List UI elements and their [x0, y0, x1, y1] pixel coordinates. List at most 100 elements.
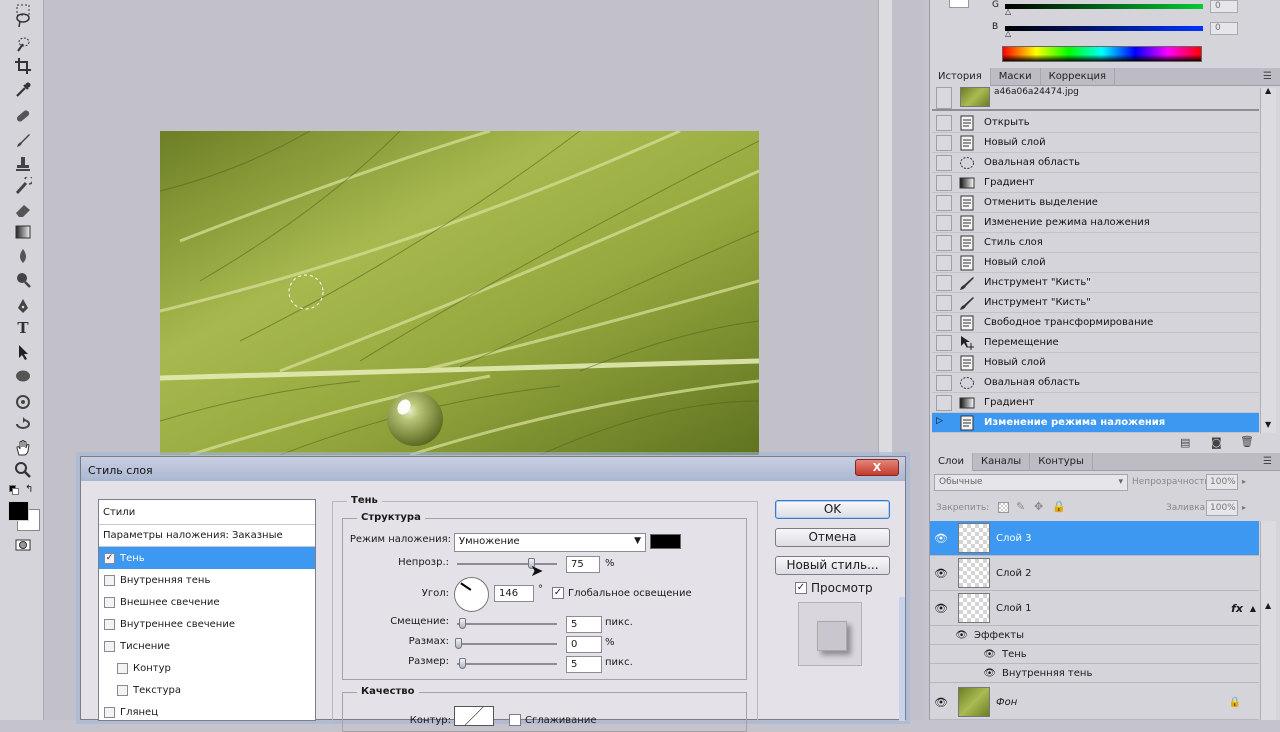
history-source-checkbox[interactable]	[936, 174, 952, 191]
3d-rotate-tool-icon[interactable]	[11, 392, 35, 412]
lock-transparency-icon[interactable]	[998, 502, 1009, 513]
g-slider-thumb-icon[interactable]: △	[1005, 7, 1011, 16]
layer-opacity-field[interactable]: 100%	[1206, 474, 1238, 490]
history-source-checkbox[interactable]	[936, 314, 952, 331]
history-source-checkbox[interactable]	[936, 394, 952, 411]
style-item-checkbox[interactable]: ✓	[104, 552, 115, 564]
dialog-titlebar[interactable]	[81, 457, 905, 481]
g-channel-slider[interactable]	[1005, 4, 1203, 9]
history-panel-menu-icon[interactable]: ☰	[1263, 71, 1275, 82]
pen-tool-icon[interactable]	[11, 296, 35, 316]
b-channel-slider[interactable]	[1005, 26, 1203, 31]
style-item-checkbox[interactable]	[117, 684, 128, 696]
layers-panel-menu-icon[interactable]: ☰	[1263, 456, 1275, 467]
style-item[interactable]: Контур	[99, 657, 315, 679]
history-state[interactable]: Овальная область	[932, 153, 1259, 173]
history-source-checkbox[interactable]	[936, 274, 952, 291]
effect-eye-icon[interactable]: 👁	[930, 668, 1002, 679]
b-slider-thumb-icon[interactable]: △	[1005, 29, 1011, 38]
history-source-checkbox[interactable]	[936, 154, 952, 171]
new-snapshot-icon[interactable]: ◙	[1211, 436, 1222, 449]
history-source-checkbox[interactable]	[936, 354, 952, 371]
style-item-checkbox[interactable]	[104, 596, 115, 608]
eraser-tool-icon[interactable]	[11, 200, 35, 220]
fill-field[interactable]: 100%	[1206, 500, 1238, 516]
size-slider[interactable]	[457, 663, 557, 665]
blur-tool-icon[interactable]	[11, 246, 35, 266]
tab-channels[interactable]: Каналы	[973, 453, 1031, 471]
effect-eye-icon[interactable]: 👁	[930, 649, 1002, 660]
default-colors-icon[interactable]	[9, 485, 19, 495]
new-style-button[interactable]: Новый стиль...	[775, 556, 890, 575]
tab-adjustments[interactable]: Коррекция	[1041, 68, 1116, 86]
effects-eye-icon[interactable]: 👁	[930, 630, 974, 641]
close-icon[interactable]: X	[855, 459, 899, 476]
layer-row-3[interactable]: 👁 Слой 3	[930, 521, 1259, 556]
history-source-checkbox[interactable]	[936, 214, 952, 231]
layer-row-background[interactable]: 👁 Фон 🔒	[930, 685, 1259, 720]
effect-row-inner-shadow[interactable]: 👁 Внутренняя тень	[930, 664, 1259, 683]
history-state[interactable]: Свободное трансформирование	[932, 313, 1259, 333]
styles-header[interactable]: Стили	[99, 500, 315, 525]
history-source-checkbox[interactable]	[936, 334, 952, 351]
history-state[interactable]: Открыть	[932, 113, 1259, 133]
g-value-field[interactable]: 0	[1210, 0, 1238, 13]
tab-history[interactable]: История	[930, 68, 991, 86]
style-item[interactable]: Внутренняя тень	[99, 569, 315, 591]
history-source-checkbox[interactable]	[936, 234, 952, 251]
document-canvas[interactable]	[160, 131, 759, 455]
lock-position-icon[interactable]: ✥	[1034, 500, 1043, 513]
clone-stamp-tool-icon[interactable]	[11, 154, 35, 174]
history-state[interactable]: ▷ Изменение режима наложения	[932, 413, 1259, 433]
history-source-checkbox[interactable]	[936, 194, 952, 211]
ok-button[interactable]: OK	[775, 500, 890, 519]
style-item[interactable]: Внешнее свечение	[99, 591, 315, 613]
dodge-tool-icon[interactable]	[11, 270, 35, 290]
history-state[interactable]: Градиент	[932, 173, 1259, 193]
layer-blend-mode-select[interactable]: Обычные ▾	[934, 474, 1128, 491]
visibility-eye-icon[interactable]: 👁	[930, 696, 952, 709]
fill-dropdown-icon[interactable]: ▸	[1242, 503, 1246, 512]
history-source-checkbox[interactable]	[936, 254, 952, 271]
history-state[interactable]: Новый слой	[932, 133, 1259, 153]
style-item-checkbox[interactable]	[104, 706, 115, 718]
opacity-dropdown-icon[interactable]: ▸	[1242, 477, 1246, 486]
history-state[interactable]: Инструмент "Кисть"	[932, 293, 1259, 313]
history-state[interactable]: Новый слой	[932, 253, 1259, 273]
tab-masks[interactable]: Маски	[991, 68, 1041, 86]
spread-slider-thumb[interactable]	[455, 638, 462, 649]
crop-tool-icon[interactable]	[11, 56, 35, 76]
size-slider-thumb[interactable]	[459, 658, 466, 669]
tab-paths[interactable]: Контуры	[1030, 453, 1093, 471]
history-state[interactable]: Новый слой	[932, 353, 1259, 373]
snapshot-source-checkbox[interactable]	[936, 87, 952, 109]
layers-scrollbar[interactable]: ▲	[1260, 521, 1276, 720]
hand-tool-icon[interactable]	[11, 438, 35, 458]
layer-row-1[interactable]: 👁 Слой 1 fx ▲	[930, 591, 1259, 626]
visibility-eye-icon[interactable]: 👁	[930, 602, 952, 615]
history-state[interactable]: Изменение режима наложения	[932, 213, 1259, 233]
lock-all-icon[interactable]: 🔒	[1052, 500, 1066, 513]
visibility-eye-icon[interactable]: 👁	[930, 567, 952, 580]
history-state[interactable]: Инструмент "Кисть"	[932, 273, 1259, 293]
ellipse-shape-tool-icon[interactable]	[11, 366, 35, 386]
quick-mask-icon[interactable]	[11, 535, 35, 555]
color-swatch[interactable]	[949, 0, 969, 8]
distance-slider[interactable]	[457, 623, 557, 625]
document-vertical-scrollbar[interactable]	[878, 0, 892, 455]
style-item[interactable]: Внутреннее свечение	[99, 613, 315, 635]
style-item[interactable]: ✓ Тень	[99, 547, 315, 569]
visibility-eye-icon[interactable]: 👁	[930, 532, 952, 545]
history-source-checkbox[interactable]	[936, 114, 952, 131]
fx-icon[interactable]: fx	[1231, 602, 1243, 615]
lock-pixels-icon[interactable]: ✎	[1016, 500, 1025, 513]
history-brush-tool-icon[interactable]	[11, 176, 35, 196]
style-item-checkbox[interactable]	[117, 662, 128, 674]
new-document-from-state-icon[interactable]: ▤	[1180, 436, 1190, 449]
angle-dial[interactable]	[454, 577, 489, 612]
zoom-tool-icon[interactable]	[11, 460, 35, 480]
b-value-field[interactable]: 0	[1210, 22, 1238, 35]
blending-options-item[interactable]: Параметры наложения: Заказные	[99, 525, 315, 547]
distance-slider-thumb[interactable]	[459, 618, 466, 629]
layer-row-2[interactable]: 👁 Слой 2	[930, 556, 1259, 591]
